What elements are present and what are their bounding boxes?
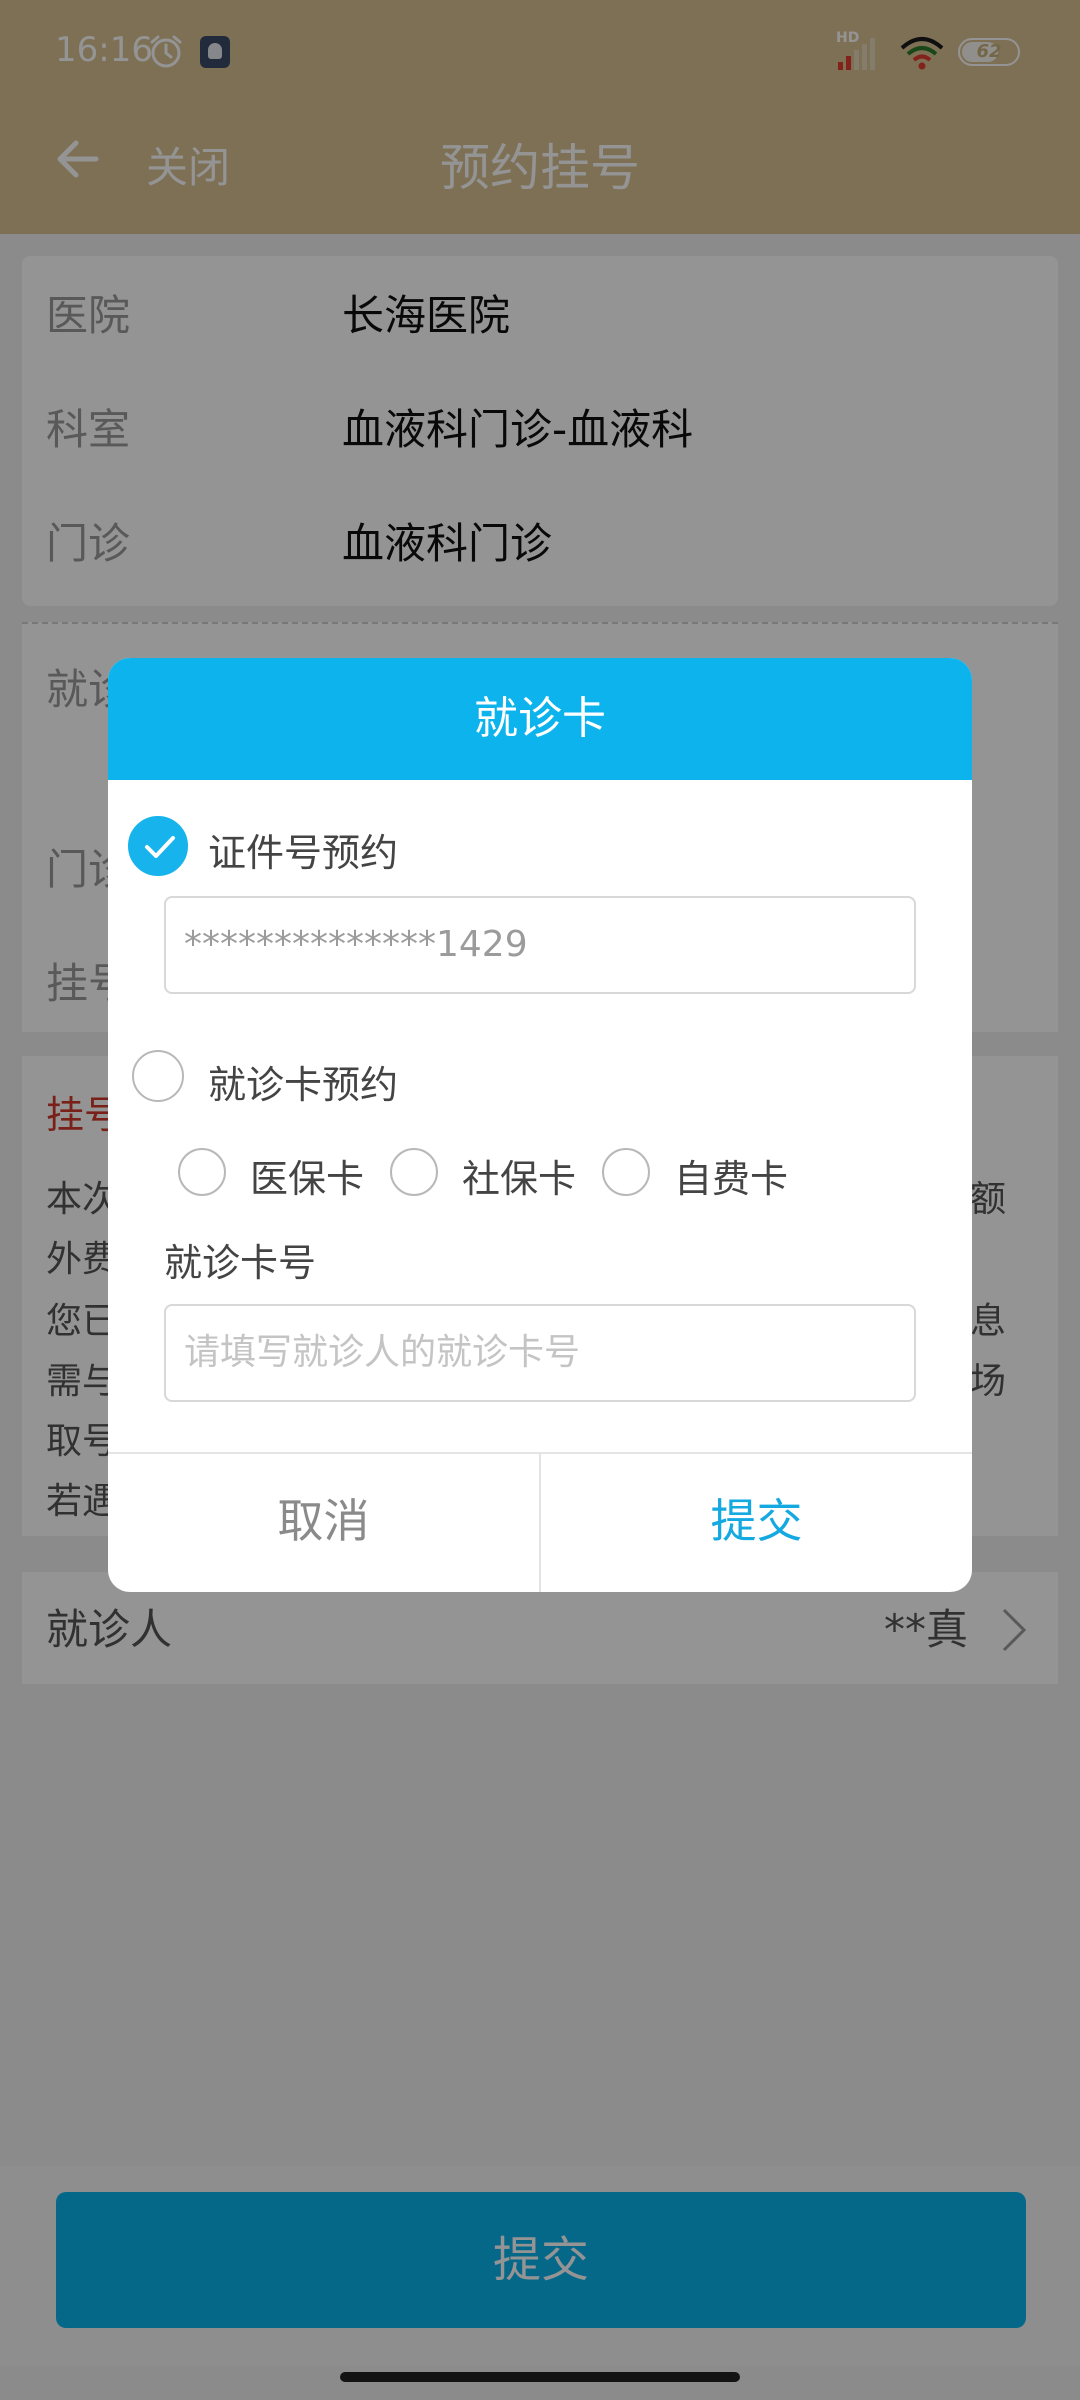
card-dialog: 就诊卡 证件号预约 **************1429 就诊卡预约 医保卡 社… xyxy=(108,658,972,1592)
dialog-submit-button[interactable]: 提交 xyxy=(541,1454,972,1592)
cancel-button[interactable]: 取消 xyxy=(108,1454,539,1592)
id-option-radio[interactable] xyxy=(128,816,188,876)
card-type-label[interactable]: 医保卡 xyxy=(250,1148,364,1203)
card-number-label: 就诊卡号 xyxy=(164,1241,317,1285)
check-icon xyxy=(145,836,175,858)
dialog-title: 就诊卡 xyxy=(108,658,972,780)
card-type-radio-self-pay[interactable] xyxy=(602,1148,650,1196)
card-type-radio-social-security[interactable] xyxy=(390,1148,438,1196)
card-option-radio[interactable] xyxy=(132,1050,184,1102)
id-number-field[interactable]: **************1429 xyxy=(164,896,916,994)
card-number-input[interactable]: 请填写就诊人的就诊卡号 xyxy=(164,1304,916,1402)
card-option-label[interactable]: 就诊卡预约 xyxy=(208,1054,398,1109)
card-type-radio-medical-insurance[interactable] xyxy=(178,1148,226,1196)
card-type-label[interactable]: 社保卡 xyxy=(462,1148,576,1203)
id-option-label[interactable]: 证件号预约 xyxy=(208,822,398,877)
card-type-label[interactable]: 自费卡 xyxy=(674,1148,788,1203)
